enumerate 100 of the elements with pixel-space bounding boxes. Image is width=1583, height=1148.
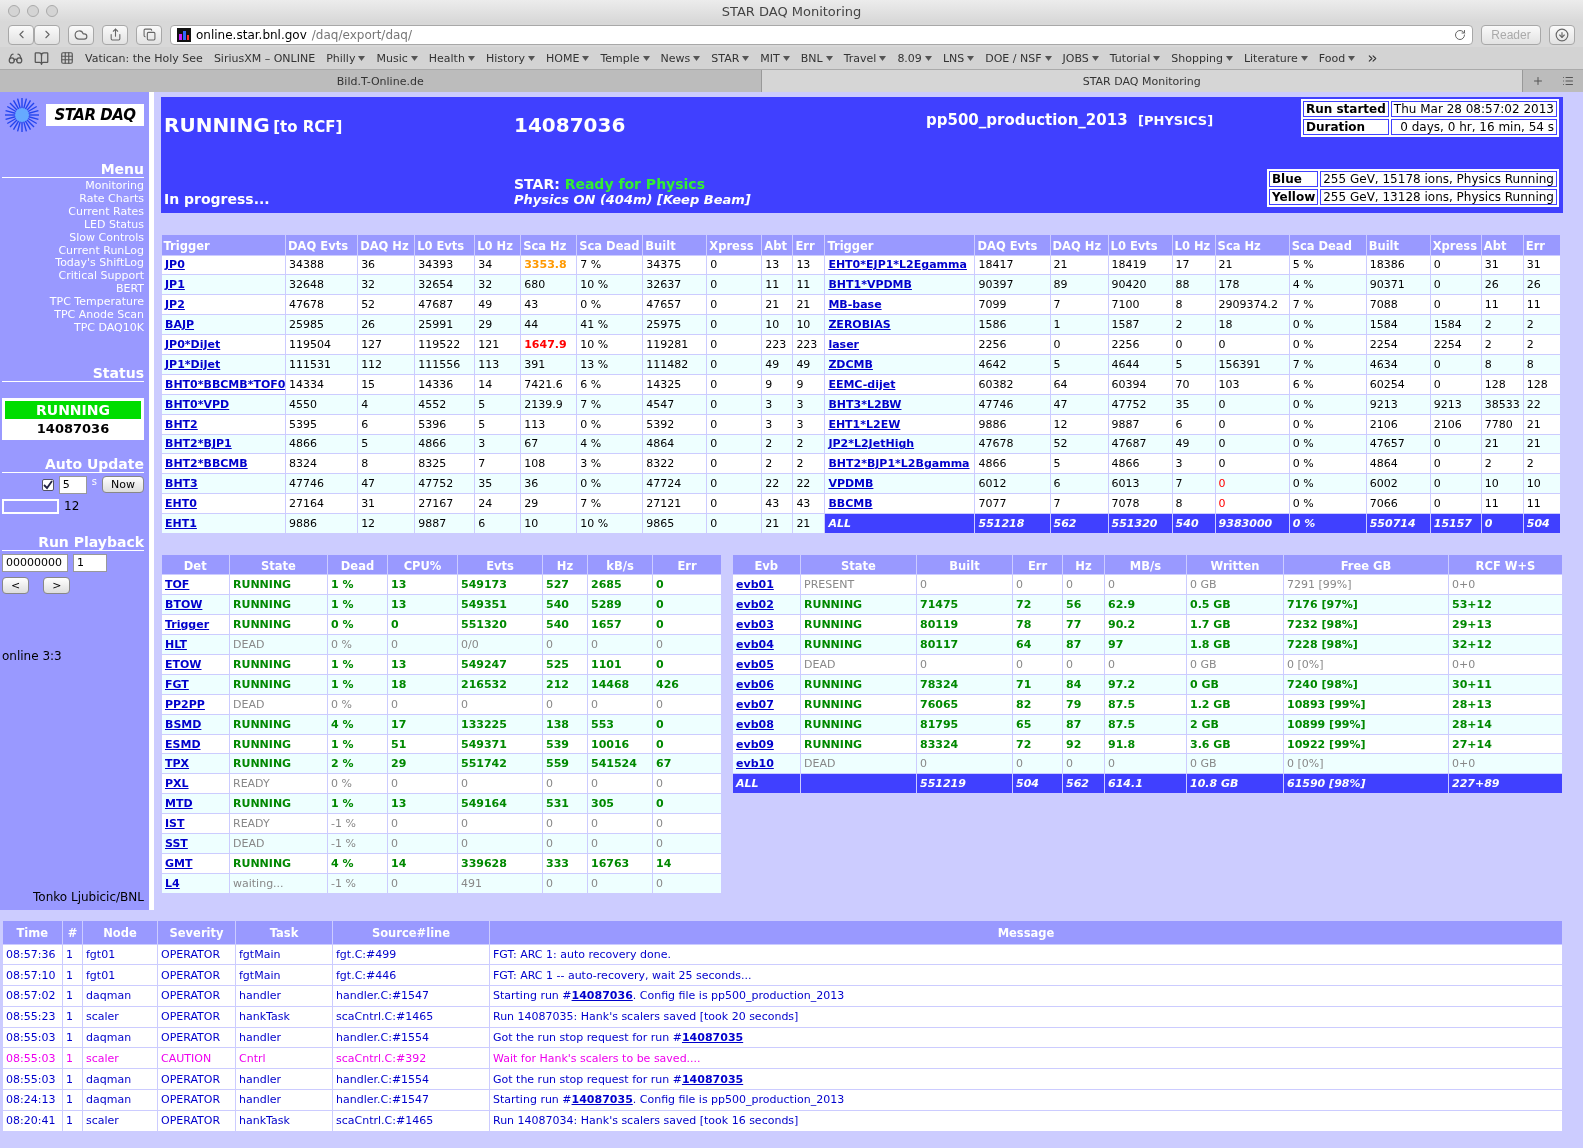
caret-icon xyxy=(1348,55,1356,61)
bookmark-link[interactable]: Travel xyxy=(843,51,887,65)
message-text: Run 14087034: Hank's scalers saved [took 16 seconds] xyxy=(489,1110,1563,1132)
row-link[interactable]: laser xyxy=(828,338,860,351)
interval-field[interactable]: 5 xyxy=(58,475,87,494)
bookmark-link[interactable]: LNS xyxy=(942,51,975,65)
bookmark-link[interactable]: 8.09 xyxy=(897,51,932,65)
table-cell: scaCntrl.C:#392 xyxy=(332,1048,490,1069)
table-cell: 1 % xyxy=(327,654,388,675)
back-button[interactable] xyxy=(8,24,34,45)
bookmark-link[interactable]: Music xyxy=(376,51,418,65)
row-link[interactable]: JP1 xyxy=(165,278,185,292)
table-cell: 15 xyxy=(357,374,415,395)
bookmark-link[interactable]: DOE / NSF xyxy=(985,51,1052,65)
run-link[interactable]: 14087035 xyxy=(571,1093,633,1107)
run-link[interactable]: 14087035 xyxy=(681,1072,744,1086)
column-header: DAQ Hz xyxy=(357,235,415,255)
table-cell: 0 xyxy=(652,773,722,794)
table-cell: Cntrl xyxy=(235,1048,333,1069)
bookmark-link[interactable]: Vatican: the Holy See xyxy=(85,51,203,65)
bookmark-link[interactable]: Shopping xyxy=(1171,51,1233,65)
table-cell: OPERATOR xyxy=(157,1110,236,1132)
table-cell: 540 xyxy=(542,594,588,615)
row-link[interactable]: JP2 xyxy=(165,298,185,312)
online-count: online 3:3 xyxy=(2,648,62,663)
row-link[interactable]: EHT1 xyxy=(165,517,197,530)
table-cell: 34388 xyxy=(285,255,358,275)
bookmark-link[interactable]: Food xyxy=(1318,51,1356,65)
table-cell: 14 xyxy=(474,374,521,395)
table-cell: 4 % xyxy=(576,434,643,454)
table-cell: 0 xyxy=(387,873,458,894)
new-tab-icon[interactable] xyxy=(1532,75,1544,87)
bookmarks-icon[interactable] xyxy=(34,50,49,66)
downloads-button[interactable] xyxy=(1549,24,1575,45)
reload-icon[interactable] xyxy=(1454,28,1466,41)
address-field[interactable]: online.star.bnl.gov /daq/export/daq/ xyxy=(170,24,1473,45)
table-cell: 0 xyxy=(387,773,458,794)
now-button[interactable]: Now xyxy=(102,476,144,494)
browser-tab[interactable]: STAR DAQ Monitoring xyxy=(761,70,1523,92)
playback-button[interactable]: > xyxy=(43,576,71,594)
row-link[interactable]: EHT0 xyxy=(165,497,197,511)
row-link[interactable]: BAJP xyxy=(165,318,195,332)
step-field[interactable]: 1 xyxy=(73,553,107,572)
bookmark-link[interactable]: HOME xyxy=(546,51,590,65)
row-link[interactable]: ZDCMB xyxy=(828,357,873,371)
run-link[interactable]: 14087035 xyxy=(681,1031,744,1045)
table-cell: 5 xyxy=(1172,354,1216,375)
table-cell: 549173 xyxy=(457,574,543,595)
row-link[interactable]: JP0 xyxy=(165,258,185,272)
table-cell: 391 xyxy=(520,354,577,375)
row-link[interactable]: L4 xyxy=(165,876,180,890)
bookmark-link[interactable]: SiriusXM – ONLINE xyxy=(213,51,316,65)
table-cell: 35 xyxy=(474,473,521,494)
table-cell: 21 xyxy=(792,294,825,315)
table-cell: 47657 xyxy=(642,294,707,315)
bookmark-link[interactable]: News xyxy=(660,51,701,65)
table-cell: 7078 xyxy=(1108,493,1173,514)
top-sites-icon[interactable] xyxy=(60,51,74,65)
bookmark-link[interactable]: JOBS xyxy=(1062,51,1099,65)
playback-button[interactable]: < xyxy=(2,576,30,594)
bookmark-link[interactable]: Temple xyxy=(600,51,650,65)
table-cell: 212 xyxy=(542,674,588,695)
cloud-button[interactable] xyxy=(68,24,94,45)
table-cell: RUNNING xyxy=(800,714,917,735)
table-cell: 0 % xyxy=(576,294,643,315)
table-cell: 0 % xyxy=(1289,473,1367,494)
bookmark-link[interactable]: STAR xyxy=(711,51,750,65)
bookmark-link[interactable]: Literature xyxy=(1243,51,1308,65)
table-cell: 0 xyxy=(706,414,762,434)
auto-update-checkbox[interactable] xyxy=(41,478,54,491)
row-link[interactable]: IST xyxy=(165,817,185,831)
table-cell: 27167 xyxy=(414,493,475,514)
table-cell: -1 % xyxy=(327,833,388,854)
forward-button[interactable] xyxy=(34,24,60,45)
table-cell: 4866 xyxy=(414,434,475,454)
table-cell: 64 xyxy=(1012,634,1063,655)
tab-list-icon[interactable] xyxy=(1562,75,1574,87)
row-link[interactable]: BHT2 xyxy=(165,417,198,431)
table-cell: fgtMain xyxy=(235,944,333,965)
tab-view-button[interactable] xyxy=(136,24,162,45)
bookmark-link[interactable]: History xyxy=(485,51,536,65)
share-button[interactable] xyxy=(102,24,128,45)
table-cell: 0+0 xyxy=(1448,654,1563,675)
bookmark-link[interactable]: MIT xyxy=(760,51,790,65)
section-title: Auto Update xyxy=(2,455,144,473)
bookmark-link[interactable]: Health xyxy=(428,51,475,65)
table-cell: 11 xyxy=(761,274,793,295)
bookmark-link[interactable]: BNL xyxy=(800,51,833,65)
bookmark-link[interactable]: Philly xyxy=(326,51,366,65)
bookmark-link[interactable]: Tutorial xyxy=(1109,51,1161,65)
table-cell: 77 xyxy=(1062,614,1105,635)
run-field[interactable]: 00000000 xyxy=(2,553,68,572)
caret-icon xyxy=(410,55,418,61)
table-cell: 4634 xyxy=(1366,354,1431,375)
row-link[interactable]: BHT3 xyxy=(165,477,198,491)
column-header: kB/s xyxy=(587,554,653,575)
row-link[interactable]: BBCMB xyxy=(828,497,873,511)
run-link[interactable]: 14087036 xyxy=(571,989,633,1003)
column-header: Dead xyxy=(327,554,388,575)
table-cell: 0 % xyxy=(327,773,388,794)
